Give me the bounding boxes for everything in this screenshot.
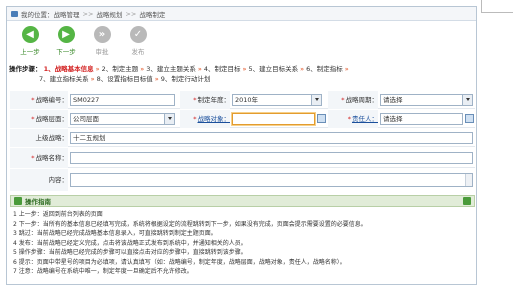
- prev-step-label: 上一步: [20, 48, 40, 56]
- step-link[interactable]: 1、战略基本信息: [44, 65, 94, 73]
- breadcrumb-separator: >>: [125, 9, 137, 18]
- step-arrow-icon: »: [344, 65, 349, 73]
- main-panel: 我的位置：战略管理 >> 战略规划 >> 战略制定 ◀ 上一步 ▶ 下一步 » …: [6, 6, 477, 285]
- chevron-down-icon: [466, 98, 470, 101]
- step-arrow-icon: »: [90, 75, 95, 83]
- note-line: 2 下一步：当所有的基本信息已经填写完成，系统将根据设定的流程跳转到下一步，如果…: [13, 220, 367, 228]
- step-arrow-icon: »: [300, 65, 305, 73]
- toolbar: ◀ 上一步 ▶ 下一步 » 审批 ✓ 发布: [7, 22, 476, 62]
- year-label: *制定年度：: [180, 91, 230, 109]
- note-line: 1 上一步：返回到前台列表的页面: [13, 211, 103, 218]
- prev-step-button[interactable]: ◀ 上一步: [15, 26, 45, 56]
- step-link[interactable]: 9、制定行动计划: [161, 75, 211, 83]
- step-link[interactable]: 6、制定指标: [306, 65, 343, 73]
- note-line: 5 操作步骤：当前战略已经完成的步骤可以直接点击对应的步骤中，直接跳转到该步骤。: [13, 249, 247, 256]
- code-input[interactable]: SM0227: [70, 94, 175, 106]
- guide-title: 操作指南: [25, 198, 51, 206]
- breadcrumb: 我的位置：战略管理 >> 战略规划 >> 战略制定: [7, 7, 476, 21]
- step-link[interactable]: 5、建立目标关系: [248, 65, 298, 73]
- breadcrumb-item: 战略制定: [139, 10, 166, 19]
- form-row: *战略层面： 公司层面 *战略对象： *责任人： 请选择: [10, 110, 475, 128]
- note-line: 7 注意：战略编号在系统中唯一，制定年度一旦确定后不允许修改。: [13, 268, 193, 275]
- check-icon: ✓: [129, 26, 147, 43]
- guide-icon: [14, 197, 22, 205]
- note-line: 6 提示：页面中带星号的项目为必填项，请认真填写（如：战略编号，制定年度，战略层…: [13, 258, 346, 266]
- code-label: *战略编号：: [10, 91, 68, 109]
- owner-label: *责任人：: [328, 110, 378, 128]
- step-link[interactable]: 7、建立指标关系: [9, 75, 89, 83]
- breadcrumb-item[interactable]: 战略规划: [96, 9, 122, 19]
- publish-label: 发布: [131, 48, 145, 56]
- step-link[interactable]: 2、制定主题: [102, 65, 139, 73]
- operation-steps: 操作步骤： 1、战略基本信息» 2、制定主题» 3、建立主题关系» 4、制定目标» 5、…: [9, 64, 474, 84]
- object-input[interactable]: [232, 113, 315, 125]
- approve-button[interactable]: » 审批: [87, 26, 117, 56]
- object-picker-icon[interactable]: [317, 114, 326, 123]
- owner-input[interactable]: 请选择: [380, 113, 463, 125]
- publish-button[interactable]: ✓ 发布: [123, 26, 153, 56]
- arrow-right-icon: ▶: [57, 26, 75, 43]
- operation-guide-bar[interactable]: 操作指南: [10, 195, 475, 207]
- year-select[interactable]: 2010年: [232, 94, 322, 106]
- step-arrow-icon: »: [140, 65, 145, 73]
- step-arrow-icon: »: [95, 65, 100, 73]
- collapse-icon[interactable]: [463, 197, 471, 205]
- chevron-down-icon: [168, 117, 172, 120]
- content-label: 内容：: [10, 169, 68, 191]
- period-label: *战略周期：: [328, 91, 378, 109]
- breadcrumb-separator: >>: [82, 9, 94, 18]
- period-select[interactable]: 请选择: [380, 94, 473, 106]
- next-step-button[interactable]: ▶ 下一步: [51, 26, 81, 56]
- level-label: *战略层面：: [10, 110, 68, 128]
- level-select[interactable]: 公司层面: [70, 113, 175, 125]
- step-arrow-icon: »: [154, 75, 159, 83]
- form-row: *战略编号： SM0227 *制定年度： 2010年 *战略周期： 请选择: [10, 91, 475, 109]
- step-link[interactable]: 8、设置指标目标值: [97, 75, 153, 83]
- approve-label: 审批: [95, 48, 109, 56]
- form-row: *战略名称：: [10, 148, 475, 168]
- form-row: 上级战略： 十二五规划: [10, 129, 475, 147]
- upper-label: 上级战略：: [10, 129, 68, 147]
- name-label: *战略名称：: [10, 148, 68, 168]
- upper-strategy-input[interactable]: 十二五规划: [70, 132, 473, 144]
- object-label: *战略对象：: [180, 110, 230, 128]
- chevron-down-icon: [315, 98, 319, 101]
- name-input[interactable]: [70, 152, 473, 164]
- note-line: 3 跳过：当前战略已经完成战略基本信息录入，可直接跳转到制定主题页面。: [13, 230, 217, 237]
- form-row: 内容：: [10, 169, 475, 191]
- guide-notes: 1 上一步：返回到前台列表的页面 2 下一步：当所有的基本信息已经填写完成，系统…: [13, 210, 473, 277]
- owner-picker-icon[interactable]: [465, 114, 474, 123]
- next-step-label: 下一步: [56, 48, 76, 56]
- breadcrumb-item: 我的位置：战略管理: [21, 10, 80, 19]
- step-arrow-icon: »: [242, 65, 247, 73]
- location-icon: [11, 10, 18, 17]
- arrow-left-icon: ◀: [21, 26, 39, 43]
- note-line: 4 发布：当前战略已经定义完成，点击将该战略正式发布到系统中，并通知相关的人员。: [13, 239, 247, 247]
- window-corner: [481, 0, 513, 13]
- step-arrow-icon: »: [197, 65, 202, 73]
- step-link[interactable]: 3、建立主题关系: [146, 65, 196, 73]
- steps-heading: 操作步骤：: [9, 65, 42, 73]
- content-textarea[interactable]: [70, 173, 473, 187]
- forward-icon: »: [93, 26, 111, 43]
- step-link[interactable]: 4、制定目标: [204, 65, 241, 73]
